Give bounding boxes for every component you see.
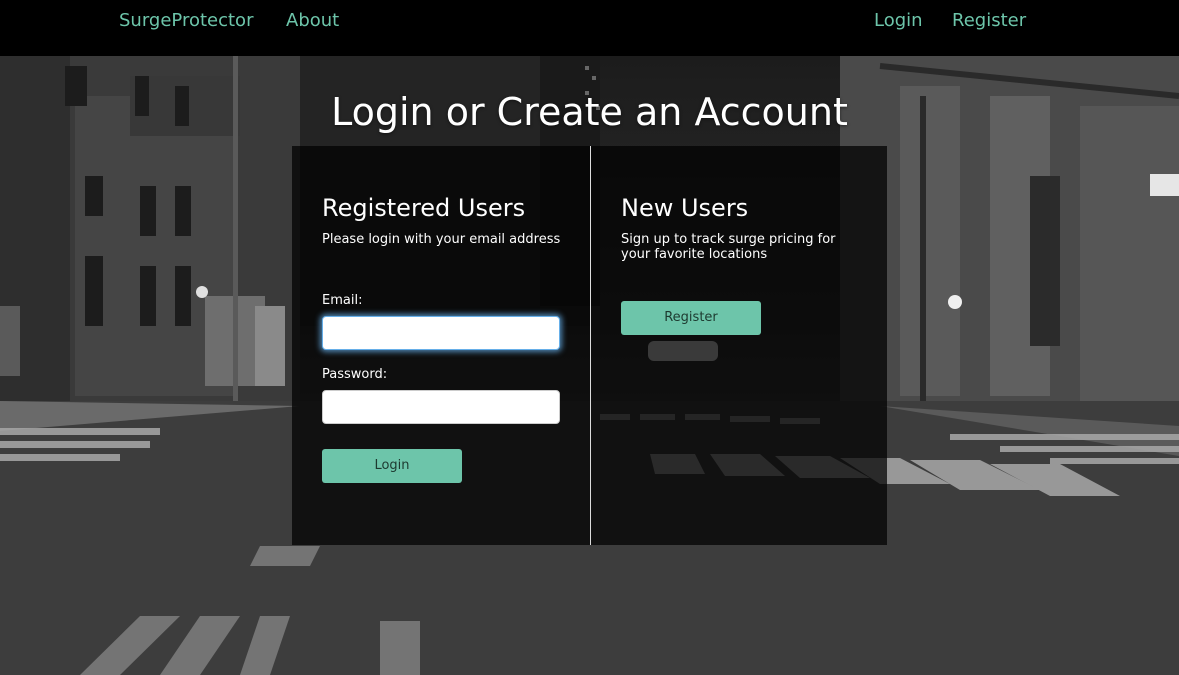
auth-panel: Registered Users Please login with your … — [292, 146, 887, 545]
brand-link[interactable]: SurgeProtector — [119, 10, 253, 31]
registered-users-subtitle: Please login with your email address — [322, 232, 561, 247]
registered-users-heading: Registered Users — [322, 194, 526, 222]
nav-register-link[interactable]: Register — [952, 10, 1026, 31]
new-users-heading: New Users — [621, 194, 749, 222]
password-label: Password: — [322, 367, 388, 382]
nav-login-link[interactable]: Login — [874, 10, 923, 31]
email-label: Email: — [322, 293, 363, 308]
top-navbar: SurgeProtector About Login Register — [0, 0, 1179, 56]
register-button[interactable]: Register — [621, 301, 761, 335]
new-users-subtitle: Sign up to track surge pricing for your … — [621, 232, 836, 262]
page-title: Login or Create an Account — [331, 90, 848, 134]
nav-about-link[interactable]: About — [286, 10, 339, 31]
login-button[interactable]: Login — [322, 449, 462, 483]
panel-divider — [590, 146, 591, 545]
password-field[interactable] — [322, 390, 560, 424]
email-field[interactable] — [322, 316, 560, 350]
